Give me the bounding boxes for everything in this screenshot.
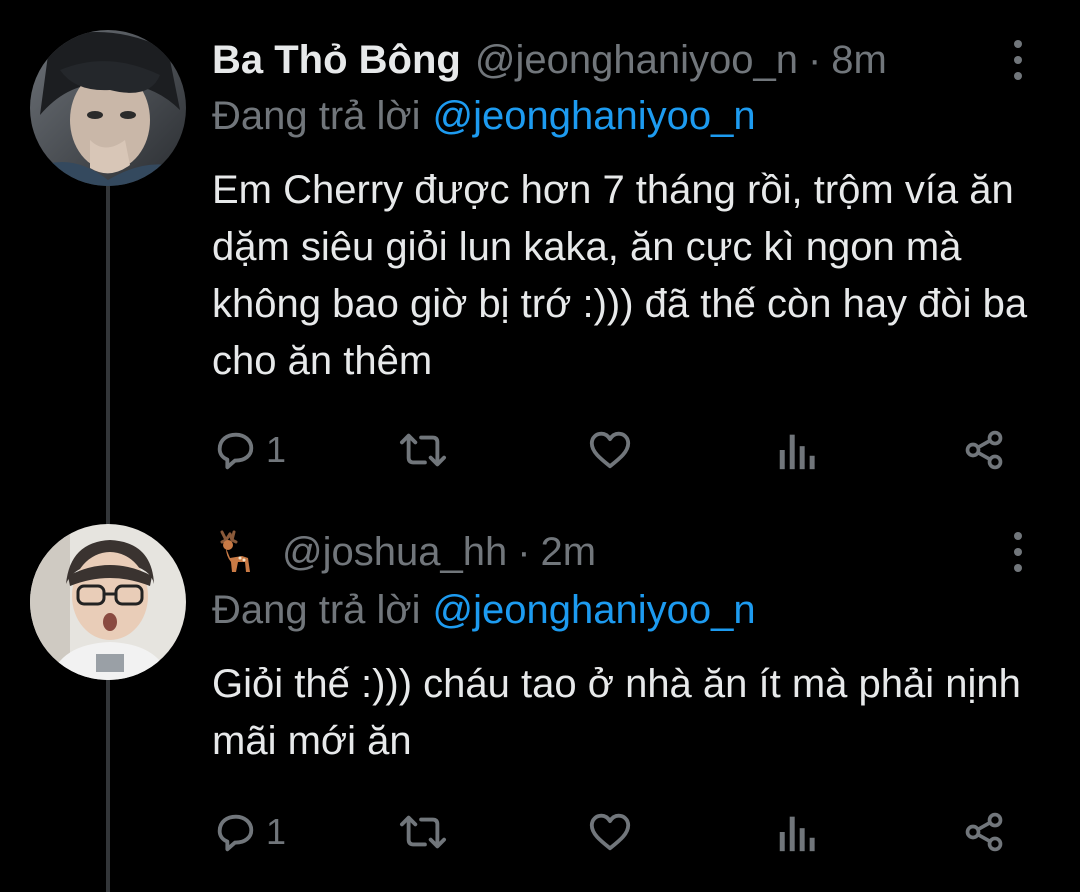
deer-icon [212,528,260,576]
tweet-text: Em Cherry được hơn 7 tháng rồi, trộm vía… [212,168,1028,383]
like-button[interactable] [586,804,634,860]
avatar[interactable] [30,524,186,680]
reply-button[interactable]: 1 [212,422,286,478]
share-button[interactable] [962,804,1006,860]
reply-count: 1 [266,429,287,470]
share-icon [965,812,1003,852]
reply-icon [217,814,254,852]
analytics-icon [779,816,815,852]
replying-to-handle[interactable]: @jeonghaniyoo_n [433,94,756,138]
share-button[interactable] [962,422,1006,478]
separator: · [517,530,531,574]
tweet[interactable]: Ba Thỏ Bông @jeonghaniyoo_n · 8m Đang tr… [0,0,1080,520]
tweet-header: Ba Thỏ Bông @jeonghaniyoo_n · 8m [212,30,887,90]
replying-to: Đang trả lời @jeonghaniyoo_n [212,92,756,140]
user-handle[interactable]: @joshua_hh [282,528,507,576]
avatar[interactable] [30,30,186,186]
tweet-text: Giỏi thế :))) cháu tao ở nhà ăn ít mà ph… [212,662,1021,763]
views-button[interactable] [776,422,818,478]
replying-to-label: Đang trả lời [212,588,421,632]
replying-to-label: Đang trả lời [212,94,421,138]
heart-icon [589,813,631,851]
retweet-button[interactable] [398,422,448,478]
tweet-header: @joshua_hh · 2m [212,522,596,582]
replying-to: Đang trả lời @jeonghaniyoo_n [212,586,756,634]
retweet-button[interactable] [398,804,448,860]
replying-to-handle[interactable]: @jeonghaniyoo_n [433,588,756,632]
timestamp[interactable]: 8m [831,36,887,84]
like-button[interactable] [586,422,634,478]
heart-icon [589,431,631,469]
reply-button[interactable]: 1 [212,804,286,860]
retweet-icon [399,433,446,467]
more-icon[interactable] [1008,40,1028,80]
reply-count: 1 [266,811,287,852]
user-handle[interactable]: @jeonghaniyoo_n [475,36,798,84]
action-bar: 1 [212,422,1012,478]
tweet[interactable]: @joshua_hh · 2m Đang trả lời @jeonghaniyo… [0,520,1080,892]
retweet-icon [399,815,446,849]
display-name[interactable]: Ba Thỏ Bông [212,36,461,84]
reply-icon [217,432,254,470]
action-bar: 1 [212,804,1012,860]
share-icon [965,430,1003,470]
analytics-icon [779,434,815,470]
separator: · [807,38,822,82]
views-button[interactable] [776,804,818,860]
timestamp[interactable]: 2m [541,528,597,576]
more-icon[interactable] [1008,532,1028,572]
